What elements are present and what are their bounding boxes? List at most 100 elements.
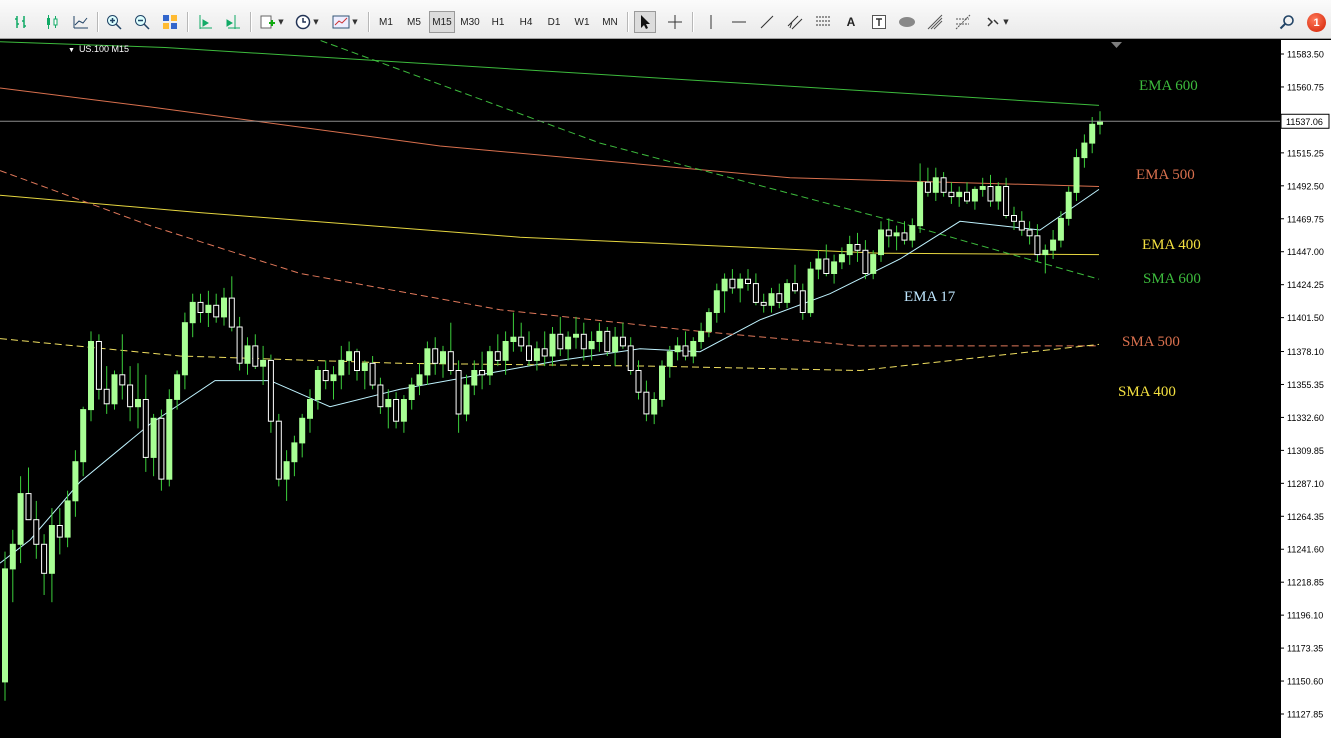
candle bbox=[307, 389, 313, 433]
price-tick-label: 11378.10 bbox=[1287, 347, 1324, 357]
candle bbox=[979, 177, 986, 197]
candle-body bbox=[1081, 142, 1088, 159]
candle-body bbox=[424, 348, 431, 376]
zoom-in-icon[interactable] bbox=[103, 11, 125, 33]
chart-shift-marker[interactable] bbox=[1111, 42, 1122, 48]
candle bbox=[377, 377, 384, 414]
candle bbox=[619, 322, 626, 349]
candle-body bbox=[189, 301, 196, 324]
candle-body bbox=[964, 191, 970, 202]
zoom-out-icon[interactable] bbox=[131, 11, 153, 33]
price-tick-label: 11218.85 bbox=[1287, 578, 1324, 588]
candle bbox=[971, 186, 978, 210]
candle bbox=[917, 163, 924, 233]
auto-scroll-icon[interactable] bbox=[194, 11, 216, 33]
candle bbox=[995, 182, 1002, 210]
candle bbox=[95, 334, 102, 400]
candle-body bbox=[807, 268, 814, 314]
ema-500-label: EMA 500 bbox=[1136, 167, 1195, 183]
equidistant-channel-icon[interactable] bbox=[784, 11, 806, 33]
ellipse-shape-icon[interactable] bbox=[896, 11, 918, 33]
candlestick-chart-icon[interactable] bbox=[41, 11, 63, 33]
candle bbox=[486, 345, 493, 385]
timeframe-h4-button[interactable]: H4 bbox=[513, 11, 539, 33]
candle-body bbox=[447, 351, 454, 372]
candle bbox=[729, 269, 736, 294]
timeframe-mn-button[interactable]: MN bbox=[597, 11, 623, 33]
line-chart-icon[interactable] bbox=[70, 11, 92, 33]
price-axis: 11583.5011560.7511538.0011515.2511492.50… bbox=[1280, 40, 1331, 738]
indicators-dropdown-icon[interactable]: ▼ bbox=[257, 11, 287, 33]
candle bbox=[330, 366, 337, 400]
candles bbox=[2, 111, 1103, 701]
candle-body bbox=[150, 417, 157, 458]
timeframe-w1-button[interactable]: W1 bbox=[569, 11, 595, 33]
candle-body bbox=[244, 345, 251, 364]
candle bbox=[260, 345, 267, 385]
candle-body bbox=[314, 370, 321, 400]
candle-body bbox=[713, 290, 720, 314]
fibonacci-arcs-icon[interactable] bbox=[952, 11, 974, 33]
candle-body bbox=[784, 283, 791, 303]
candle-body bbox=[416, 374, 423, 386]
candle-body bbox=[455, 370, 462, 415]
candle bbox=[838, 247, 845, 270]
candle bbox=[948, 182, 955, 204]
candle bbox=[244, 337, 251, 375]
candle bbox=[283, 450, 290, 501]
chart-menu-triangle-icon[interactable]: ▼ bbox=[68, 47, 75, 54]
candle-body bbox=[948, 191, 955, 198]
candle bbox=[354, 348, 360, 381]
templates-dropdown-icon[interactable]: ▼ bbox=[330, 11, 360, 33]
candle bbox=[846, 235, 853, 265]
price-tick-label: 11401.50 bbox=[1287, 313, 1324, 323]
crosshair-icon[interactable] bbox=[664, 11, 686, 33]
candle bbox=[447, 322, 454, 375]
fibonacci-fan-icon[interactable] bbox=[924, 11, 946, 33]
candle-body bbox=[565, 336, 572, 350]
candle-body bbox=[721, 278, 728, 292]
timeframe-m15-button[interactable]: M15 bbox=[429, 11, 455, 33]
candle bbox=[792, 264, 798, 294]
candle bbox=[205, 290, 212, 327]
timeframe-m5-button[interactable]: M5 bbox=[401, 11, 427, 33]
candle bbox=[573, 316, 579, 349]
candle bbox=[142, 374, 149, 472]
candle bbox=[940, 172, 947, 197]
candle bbox=[322, 360, 329, 390]
timeframe-m1-button[interactable]: M1 bbox=[373, 11, 399, 33]
price-chart[interactable]: 11583.5011560.7511538.0011515.2511492.50… bbox=[0, 40, 1331, 738]
arrows-dropdown-icon[interactable]: ▼ bbox=[982, 11, 1012, 33]
horizontal-line-icon[interactable] bbox=[728, 11, 750, 33]
fibonacci-retracement-icon[interactable] bbox=[812, 11, 834, 33]
candle bbox=[119, 334, 126, 400]
timeframe-h1-button[interactable]: H1 bbox=[485, 11, 511, 33]
indicator-line-sma-500 bbox=[0, 170, 1099, 347]
candle bbox=[166, 389, 173, 487]
notification-badge[interactable]: 1 bbox=[1307, 13, 1326, 32]
candle-body bbox=[236, 326, 243, 364]
candle-body bbox=[956, 191, 963, 198]
periods-clock-icon[interactable]: ▼ bbox=[292, 11, 322, 33]
candle-body bbox=[1089, 123, 1096, 144]
indicator-line-ema-600 bbox=[0, 41, 1100, 106]
timeframe-m30-button[interactable]: M30 bbox=[457, 11, 483, 33]
candle-body bbox=[346, 351, 353, 361]
candle-body bbox=[674, 345, 681, 353]
price-tick-label: 11241.60 bbox=[1287, 545, 1324, 555]
timeframe-d1-button[interactable]: D1 bbox=[541, 11, 567, 33]
candle bbox=[88, 331, 94, 422]
bar-chart-icon[interactable] bbox=[10, 11, 32, 33]
tile-windows-icon[interactable] bbox=[159, 11, 181, 33]
candle-body bbox=[322, 370, 329, 382]
text-label-icon[interactable] bbox=[868, 11, 890, 33]
candle bbox=[526, 331, 532, 367]
candle bbox=[815, 250, 822, 280]
cursor-arrow-icon[interactable] bbox=[634, 11, 656, 33]
search-icon[interactable] bbox=[1276, 11, 1298, 33]
trendline-icon[interactable] bbox=[756, 11, 778, 33]
chart-shift-icon[interactable] bbox=[222, 11, 244, 33]
vertical-line-icon[interactable] bbox=[700, 11, 722, 33]
text-tool-icon[interactable]: A bbox=[840, 11, 862, 33]
candle bbox=[174, 370, 181, 410]
